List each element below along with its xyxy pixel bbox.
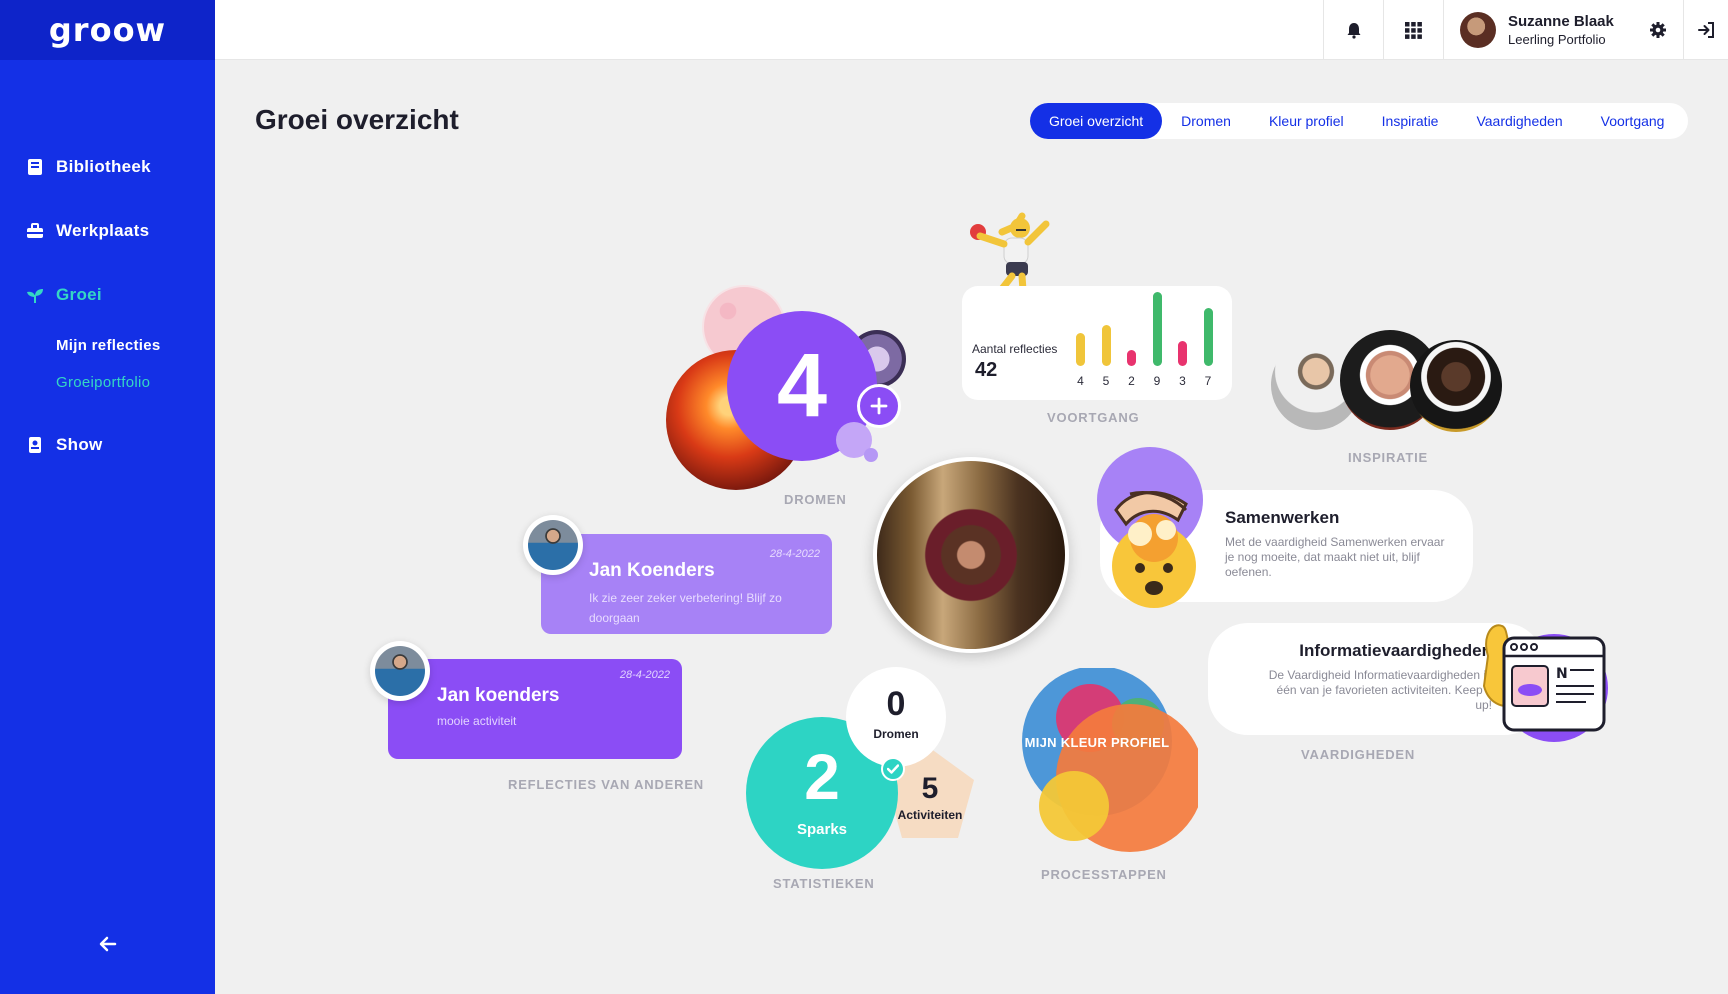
tab-inspiratie[interactable]: Inspiratie [1363, 103, 1458, 139]
avatar[interactable] [523, 515, 583, 575]
sidebar-item-label: Werkplaats [56, 221, 150, 240]
reflecties-label: REFLECTIES VAN ANDEREN [508, 777, 705, 792]
sidebar-subitem-groeiportfolio[interactable]: Groeiportfolio [56, 374, 150, 391]
vaardigheden-label: VAARDIGHEDEN [1301, 747, 1416, 762]
top-bar: Suzanne Blaak Leerling Portfolio [215, 0, 1728, 60]
bar [1127, 349, 1136, 366]
gear-icon[interactable] [1633, 0, 1683, 60]
bar-label: 5 [1102, 374, 1110, 388]
voortgang-bar-chart: 4 5 2 9 3 7 [1074, 286, 1224, 396]
sparks-label: Sparks [796, 821, 848, 838]
reflection-card[interactable]: 28-4-2022 Jan koenders mooie activiteit [388, 659, 682, 759]
voortgang-total: 42 [975, 359, 998, 381]
bar [1076, 333, 1085, 366]
tab-kleur-profiel[interactable]: Kleur profiel [1250, 103, 1363, 139]
sprout-icon [26, 286, 44, 304]
sidebar-subitem-mijn-reflecties[interactable]: Mijn reflecties [56, 337, 161, 354]
tab-voortgang[interactable]: Voortgang [1582, 103, 1684, 139]
tab-dromen[interactable]: Dromen [1162, 103, 1250, 139]
kleur-profiel-diagram[interactable]: MIJN KLEUR PROFIEL [1022, 666, 1204, 858]
avatar [1460, 12, 1496, 48]
add-dream-button[interactable] [857, 384, 901, 428]
voortgang-label: VOORTGANG [1047, 410, 1140, 425]
book-icon [26, 158, 44, 176]
dromen-label: DROMEN [784, 492, 847, 507]
dromen-count: 4 [776, 336, 828, 436]
kleur-profiel-title: MIJN KLEUR PROFIEL [1024, 735, 1170, 750]
color-circles [1022, 666, 1204, 852]
logo[interactable]: groow [0, 0, 215, 60]
bar-label: 7 [1204, 374, 1212, 388]
web-page-illustration: N [1472, 616, 1612, 746]
skill-text: De Vaardigheid Informatievaardigheden is… [1268, 668, 1492, 712]
reflection-date: 28-4-2022 [769, 548, 820, 560]
arrow-left-icon[interactable] [96, 932, 120, 956]
reflection-text: mooie activiteit [437, 714, 517, 728]
sidebar-item-bibliotheek[interactable]: Bibliotheek [26, 157, 151, 177]
dromen-stat-value: 0 [886, 685, 906, 723]
portfolio-icon [26, 436, 44, 454]
skill-text: Met de vaardigheid Samenwerken ervaar je… [1225, 535, 1445, 579]
dromen-stat-circle[interactable]: 0 Dromen [846, 667, 946, 767]
decor-bubble [864, 448, 878, 462]
logout-icon[interactable] [1683, 0, 1728, 60]
logo-text: groow [48, 11, 167, 49]
user-menu[interactable]: Suzanne Blaak Leerling Portfolio [1443, 0, 1643, 60]
bar [1101, 324, 1111, 366]
processtappen-label: PROCESSTAPPEN [1041, 867, 1167, 882]
voortgang-card[interactable]: Aantal reflecties 42 4 5 2 9 3 7 [962, 286, 1232, 400]
dromen-stat-label: Dromen [873, 727, 919, 741]
sidebar-item-werkplaats[interactable]: Werkplaats [26, 221, 149, 241]
grid-icon[interactable] [1383, 0, 1443, 60]
bar-label: 9 [1153, 374, 1161, 388]
handshake-icon [1100, 460, 1210, 610]
bar [1178, 341, 1187, 366]
sidebar-item-show[interactable]: Show [26, 435, 103, 455]
sidebar-item-label: Bibliotheek [56, 157, 151, 176]
svg-text:N: N [1556, 666, 1568, 682]
plus-icon [870, 397, 888, 415]
sidebar-item-groei[interactable]: Groei [26, 285, 102, 305]
user-name: Suzanne Blaak [1508, 13, 1614, 30]
inspiratie-person-3[interactable] [1410, 340, 1502, 432]
reflection-date: 28-4-2022 [619, 669, 670, 681]
bar [1203, 308, 1213, 366]
statistieken-label: STATISTIEKEN [773, 876, 875, 891]
avatar-image [375, 646, 425, 696]
skill-title: Informatievaardigheden [1299, 641, 1492, 660]
bar [1152, 292, 1162, 366]
avatar[interactable] [370, 641, 430, 701]
inspiratie-label: INSPIRATIE [1348, 450, 1428, 465]
bar-label: 4 [1077, 374, 1084, 388]
bar-label: 2 [1128, 374, 1135, 388]
check-icon [881, 757, 905, 781]
page-title: Groei overzicht [255, 104, 459, 135]
tab-bar: Groei overzicht Dromen Kleur profiel Ins… [1030, 103, 1688, 139]
profile-photo-frame [873, 457, 1069, 653]
tab-vaardigheden[interactable]: Vaardigheden [1457, 103, 1581, 139]
tab-groei-overzicht[interactable]: Groei overzicht [1030, 103, 1163, 139]
sidebar: groow Bibliotheek Werkplaats Groei Mijn … [0, 0, 215, 994]
avatar-image [528, 520, 578, 570]
activiteiten-label: Activiteiten [897, 808, 963, 822]
reflection-author: Jan Koenders [589, 560, 715, 581]
reflection-author: Jan koenders [437, 685, 560, 706]
bar-label: 3 [1179, 374, 1186, 388]
reflection-text: Ik zie zeer zeker verbetering! Blijf zo … [589, 591, 782, 625]
toolbox-icon [26, 222, 44, 240]
voortgang-title: Aantal reflecties [972, 342, 1058, 356]
user-role: Leerling Portfolio [1508, 32, 1606, 47]
bell-icon[interactable] [1323, 0, 1383, 60]
reflection-card[interactable]: 28-4-2022 Jan Koenders Ik zie zeer zeker… [541, 534, 832, 634]
skill-title: Samenwerken [1225, 508, 1340, 527]
profile-photo[interactable] [877, 461, 1065, 649]
sidebar-item-label: Show [56, 435, 103, 454]
sidebar-item-label: Groei [56, 285, 102, 304]
